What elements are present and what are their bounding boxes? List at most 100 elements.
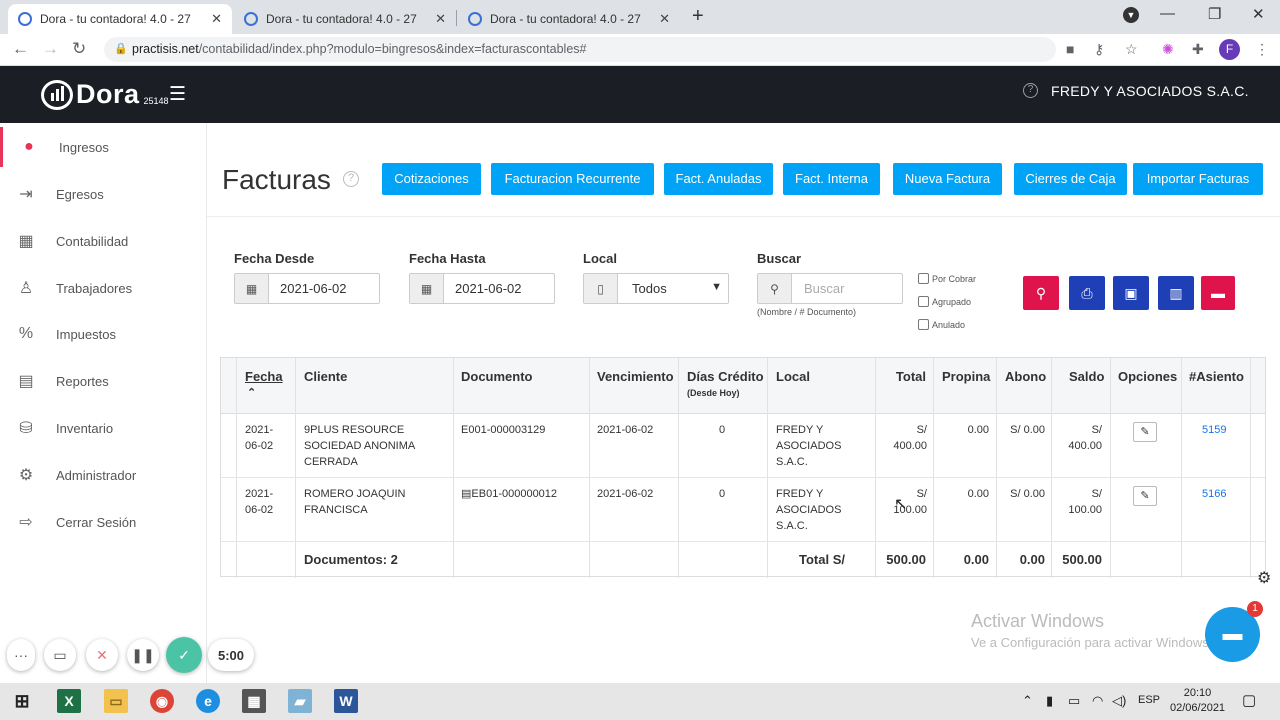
checkbox-box[interactable] (918, 273, 929, 284)
close-tab-icon[interactable]: ✕ (211, 11, 222, 27)
sidebar-item-trabajadores[interactable]: ♙ Trabajadores (0, 268, 206, 308)
puzzle-icon[interactable]: ✚ (1192, 41, 1204, 58)
word-icon[interactable]: W (334, 689, 358, 713)
delete-button[interactable]: ▬ (1201, 276, 1235, 310)
chrome-icon[interactable]: ◉ (150, 689, 174, 713)
browser-tab-1[interactable]: Dora - tu contadora! 4.0 - 27 ✕ (8, 4, 232, 34)
camera-icon[interactable]: ■ (1066, 41, 1074, 57)
checkbox-box[interactable] (918, 319, 929, 330)
dora-logo[interactable]: Dora 25148 (41, 79, 169, 110)
anulado-checkbox[interactable]: Anulado (918, 319, 965, 330)
search-icon: ⚲ (758, 274, 792, 303)
fecha-desde-field[interactable]: ▦ 2021-06-02 (234, 273, 380, 304)
battery-icon[interactable]: ▭ (1068, 693, 1080, 709)
checkbox-label: Por Cobrar (932, 273, 977, 284)
windows-start-icon[interactable]: ⊞ (10, 689, 34, 713)
hamburger-menu-icon[interactable]: ☰ (169, 83, 186, 106)
sidebar-item-impuestos[interactable]: % Impuestos (0, 314, 206, 354)
agrupado-checkbox[interactable]: Agrupado (918, 296, 971, 307)
sidebar-item-cerrar-sesion[interactable]: ⇨ Cerrar Sesión (0, 502, 206, 542)
cell-asiento-link[interactable]: 5166 (1202, 486, 1226, 502)
more-options-icon[interactable]: ··· (7, 639, 35, 671)
facturacion-recurrente-button[interactable]: Facturacion Recurrente (491, 163, 654, 195)
chevron-up-icon[interactable]: ⌃ (1022, 693, 1033, 709)
sidebar-item-inventario[interactable]: ⛁ Inventario (0, 408, 206, 448)
back-icon[interactable]: ← (12, 39, 29, 59)
recording-timer: 5:00 (208, 639, 254, 671)
sidebar-item-administrador[interactable]: ⚙ Administrador (0, 455, 206, 495)
help-icon[interactable]: ? (343, 171, 359, 187)
profile-avatar[interactable]: F (1219, 39, 1240, 60)
cell-documento[interactable]: ▤EB01-000000012 (461, 486, 557, 502)
sidebar-item-contabilidad[interactable]: ▦ Contabilidad (0, 221, 206, 261)
edge-icon[interactable]: e (196, 689, 220, 713)
close-tab-icon[interactable]: ✕ (435, 11, 446, 27)
sidebar-item-egresos[interactable]: ⇥ Egresos (0, 174, 206, 214)
cell-asiento-link[interactable]: 5159 (1202, 422, 1226, 438)
browser-tab-2[interactable]: Dora - tu contadora! 4.0 - 27 ✕ (234, 4, 456, 34)
sidebar-item-ingresos[interactable]: ● Ingresos (0, 127, 206, 167)
cancel-recording-icon[interactable]: ✕ (86, 639, 118, 671)
sort-up-icon[interactable]: ⌃ (247, 386, 256, 399)
microphone-icon[interactable]: ▮ (1046, 693, 1053, 709)
cell-saldo: S/ 100.00 (1068, 488, 1102, 516)
por-cobrar-checkbox[interactable]: Por Cobrar (918, 273, 976, 284)
col-dias-credito: Días Crédito (Desde Hoy) (687, 369, 764, 398)
url-input[interactable]: 🔒 practisis.net/contabilidad/index.php?m… (104, 37, 1056, 62)
company-name[interactable]: FREDY Y ASOCIADOS S.A.C. (1051, 83, 1249, 99)
extension-icon[interactable]: ✺ (1162, 41, 1174, 58)
sidebar-item-label: Ingresos (59, 139, 109, 155)
file-explorer-icon[interactable]: ▭ (104, 689, 128, 713)
cierres-de-caja-button[interactable]: Cierres de Caja (1014, 163, 1127, 195)
browser-tab-3[interactable]: Dora - tu contadora! 4.0 - 27 ✕ (458, 4, 680, 34)
search-button[interactable]: ⚲ (1023, 276, 1059, 310)
activate-windows-title: Activar Windows (971, 611, 1105, 631)
col-fecha[interactable]: Fecha (245, 369, 283, 384)
menu-dots-icon[interactable]: ⋮ (1255, 41, 1269, 58)
nueva-factura-button[interactable]: Nueva Factura (893, 163, 1002, 195)
maximize-icon[interactable]: ❐ (1208, 5, 1221, 23)
local-select[interactable]: ▯ Todos ▼ (583, 273, 729, 304)
fecha-hasta-field[interactable]: ▦ 2021-06-02 (409, 273, 555, 304)
col-abono: Abono (1005, 369, 1047, 384)
pause-icon[interactable]: ❚❚ (127, 639, 159, 671)
app-icon[interactable]: ▰ (288, 689, 312, 713)
edit-pencil-icon[interactable]: ✎ (1133, 486, 1157, 506)
sidebar-item-reportes[interactable]: ▤ Reportes (0, 361, 206, 401)
key-icon[interactable]: ⚷ (1094, 41, 1104, 58)
cotizaciones-button[interactable]: Cotizaciones (382, 163, 481, 195)
fact-anuladas-button[interactable]: Fact. Anuladas (664, 163, 773, 195)
cell-documento[interactable]: E001-000003129 (461, 422, 545, 438)
tab-search-icon[interactable]: ▼ (1123, 7, 1139, 23)
forward-icon[interactable]: → (42, 39, 59, 59)
close-tab-icon[interactable]: ✕ (659, 11, 670, 27)
finish-recording-icon[interactable]: ✓ (166, 637, 202, 673)
calculator-icon: ▦ (18, 233, 34, 250)
checkbox-box[interactable] (918, 296, 929, 307)
excel-icon[interactable]: X (57, 689, 81, 713)
export-excel-button[interactable]: ▥ (1158, 276, 1194, 310)
wifi-icon[interactable]: ◠ (1092, 693, 1103, 709)
sidebar-item-label: Contabilidad (56, 233, 129, 249)
fact-interna-button[interactable]: Fact. Interna (783, 163, 880, 195)
minimize-icon[interactable]: — (1160, 5, 1175, 22)
volume-icon[interactable]: ◁) (1112, 693, 1126, 709)
importar-facturas-button[interactable]: Importar Facturas (1133, 163, 1263, 195)
calculator-app-icon[interactable]: ▦ (242, 689, 266, 713)
edit-pencil-icon[interactable]: ✎ (1133, 422, 1157, 442)
local-label: Local (583, 251, 617, 266)
search-input[interactable]: ⚲ Buscar (757, 273, 903, 304)
help-icon[interactable]: ? (1023, 83, 1038, 98)
briefcase-button[interactable]: ▣ (1113, 276, 1149, 310)
tab-separator (456, 10, 457, 26)
camera-toggle-icon[interactable]: ▭ (44, 639, 76, 671)
language-indicator[interactable]: ESP (1138, 694, 1160, 706)
close-window-icon[interactable]: ✕ (1252, 5, 1265, 23)
print-button[interactable]: ⎙ (1069, 276, 1105, 310)
notifications-icon[interactable]: ▢ (1242, 691, 1256, 709)
reload-icon[interactable]: ↻ (72, 39, 86, 59)
new-tab-icon[interactable]: + (692, 5, 704, 28)
star-icon[interactable]: ☆ (1125, 41, 1138, 58)
settings-gear-icon[interactable]: ⚙ (1257, 568, 1271, 588)
clock[interactable]: 20:10 02/06/2021 (1170, 686, 1225, 716)
